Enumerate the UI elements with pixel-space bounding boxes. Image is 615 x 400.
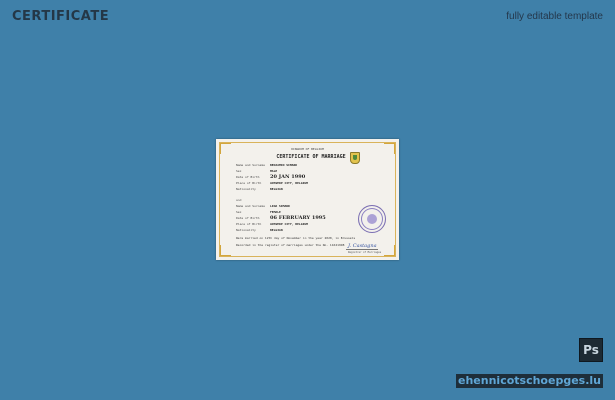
corner-ornament-icon [220,245,231,256]
page-subtitle: fully editable template [506,11,603,22]
row-label: Date of Birth [236,216,260,220]
coat-of-arms-icon [350,152,360,164]
signature-line [346,249,378,250]
row-label: Sex [236,169,242,173]
row-label: Nationality [236,228,256,232]
row-label: Name and Surname [236,163,265,167]
corner-ornament-icon [384,245,395,256]
and-text: and [236,198,242,202]
row-value: BELGIAN [270,228,283,232]
official-seal-icon [358,205,386,233]
certificate-preview: KINGDOM OF BELGIUM CERTIFICATE OF MARRIA… [216,139,399,260]
registry-statement: Recorded in the register of marriages un… [236,243,345,247]
page-title: CERTIFICATE [12,9,110,24]
row-value: BENJAMIN SIMARD [270,163,298,167]
row-value: ANTWERP CITY, BELGIUM [270,181,308,185]
married-statement: Were married on 12th day of November in … [236,236,356,240]
row-value: ANTWERP CITY, BELGIUM [270,222,308,226]
row-label: Name and Surname [236,204,265,208]
row-label: Place of Birth [236,181,262,185]
row-label: Sex [236,210,242,214]
row-value: MALE [270,169,278,173]
certificate-heading: CERTIFICATE OF MARRIAGE [276,154,346,160]
photoshop-icon: Ps [579,338,603,362]
row-value: 06 FEBRUARY 1995 [270,215,326,221]
row-value: FEMALE [270,210,281,214]
row-label: Place of Birth [236,222,262,226]
row-value: 20 JAN 1990 [270,174,306,180]
row-value: LINA SIMARD [270,204,290,208]
certificate-country: KINGDOM OF BELGIUM [291,147,324,151]
row-label: Nationality [236,187,256,191]
row-value: BELGIAN [270,187,283,191]
registrar-label: Registrar of Marriages [348,251,382,254]
row-label: Date of Birth [236,175,260,179]
website-link[interactable]: ehennicotschoepges.lu [456,374,603,388]
